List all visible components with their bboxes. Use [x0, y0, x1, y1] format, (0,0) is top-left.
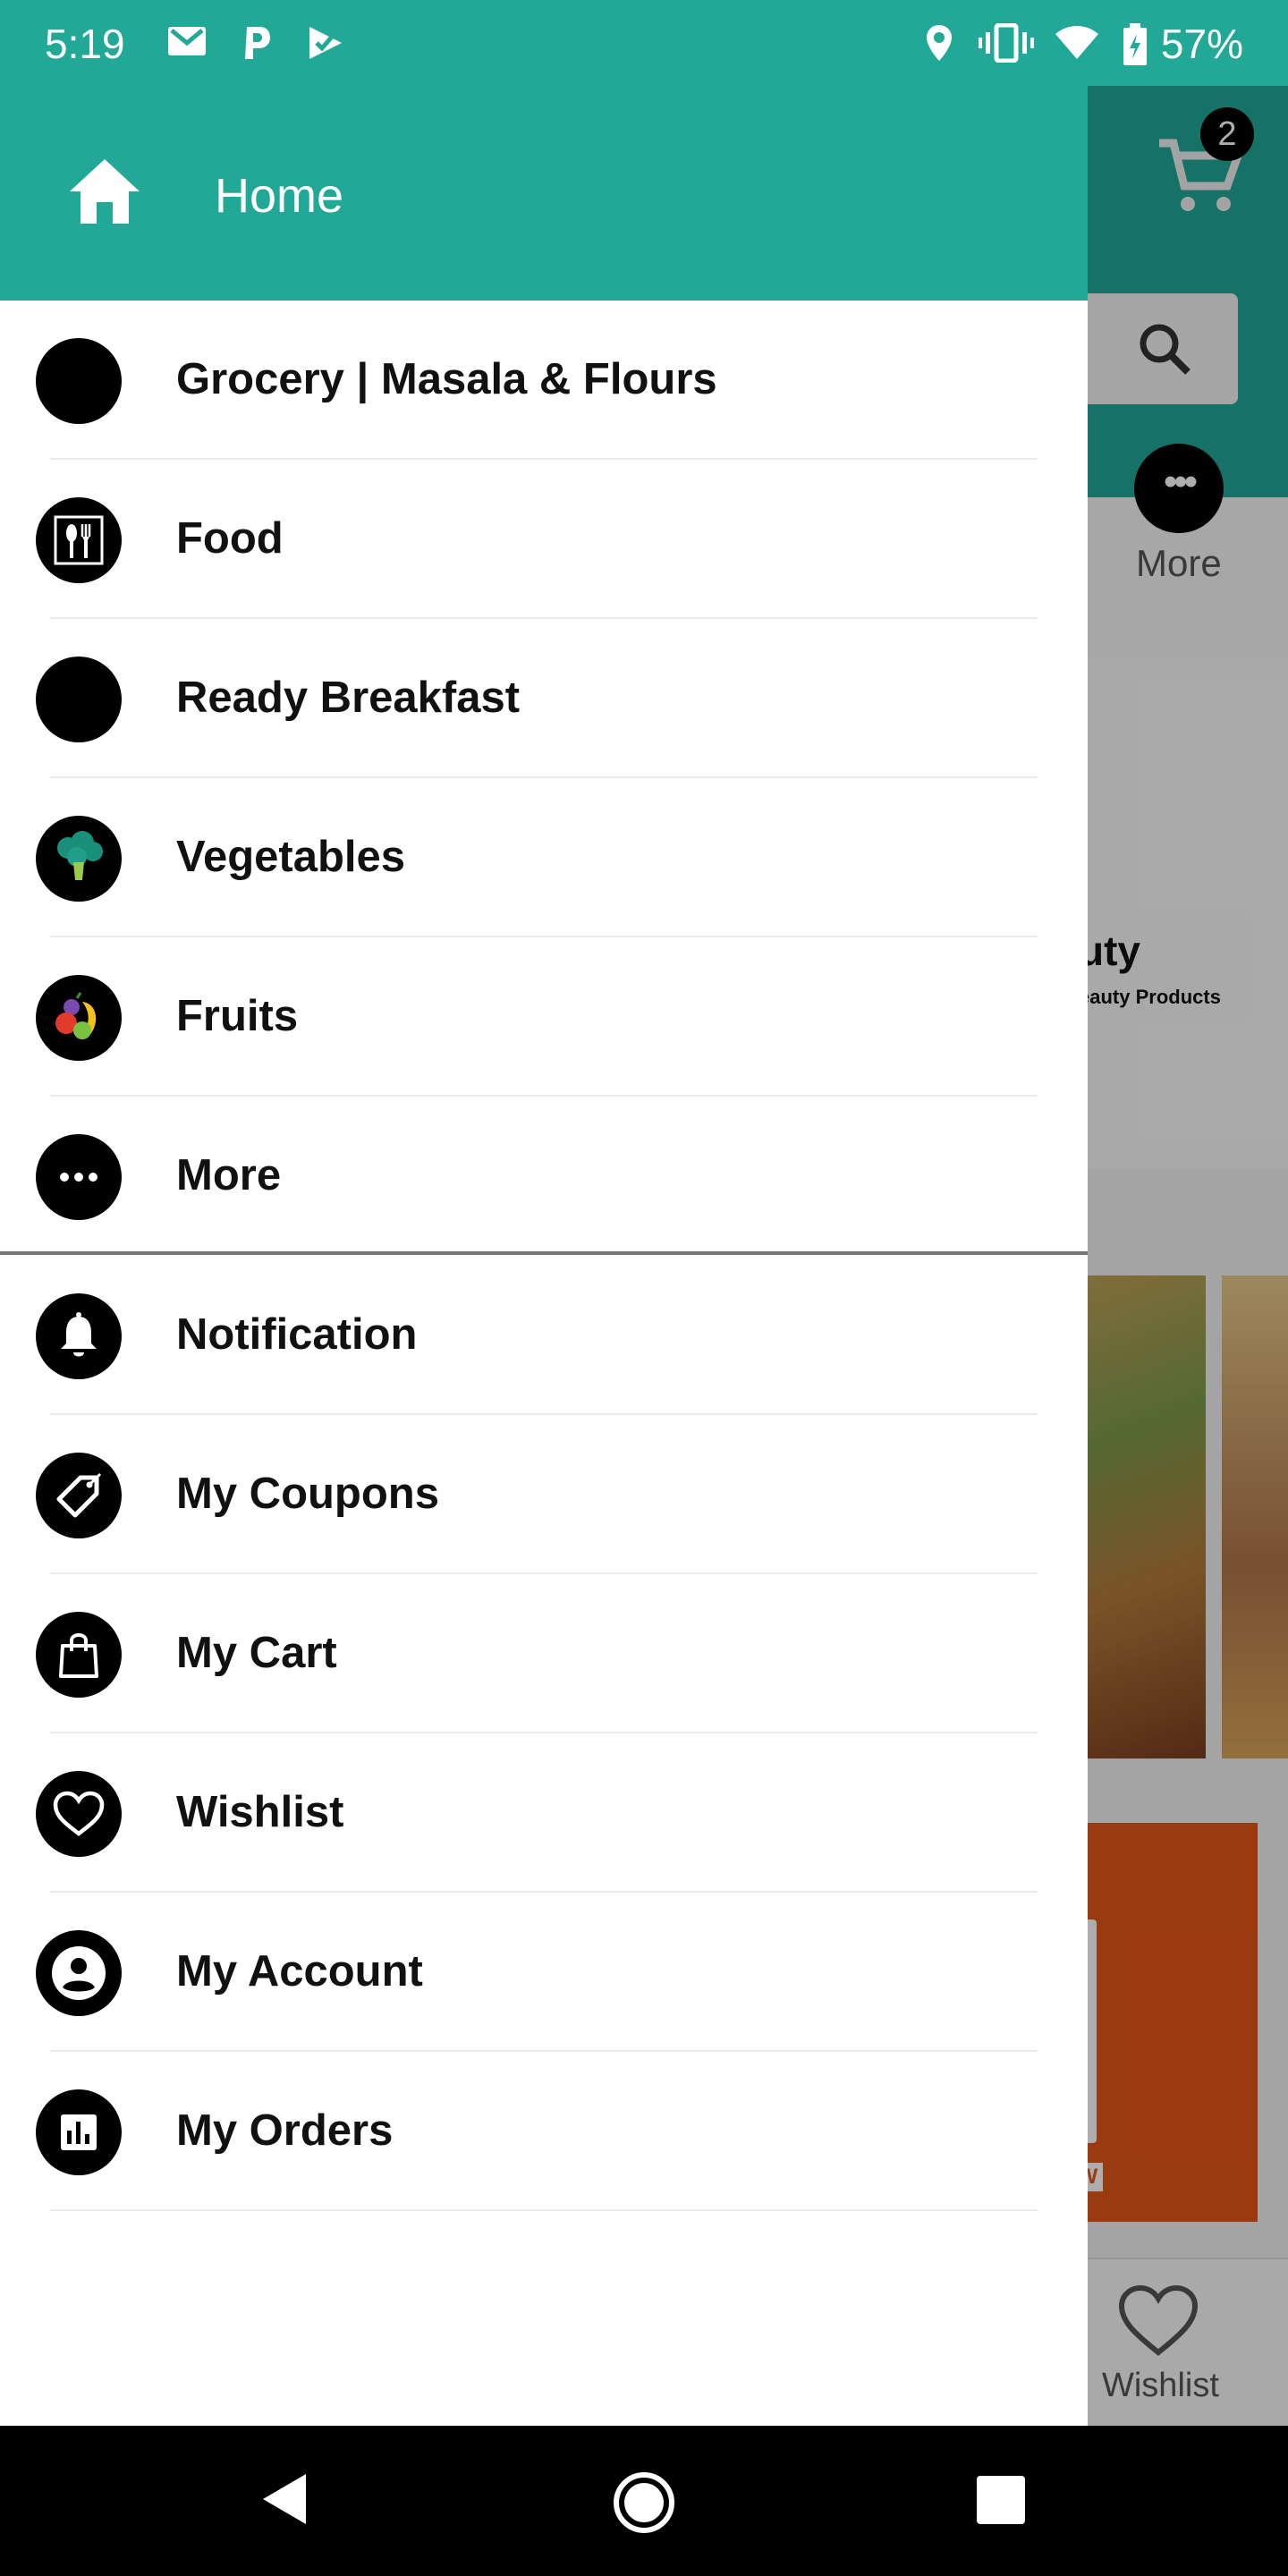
drawer-home-label: Home — [215, 169, 344, 223]
menu-item-label: My Cart — [176, 1629, 337, 1677]
system-nav-bar — [0, 2426, 1288, 2576]
menu-item-my-coupons[interactable]: My Coupons — [0, 1415, 1088, 1574]
menu-item-label: Wishlist — [176, 1788, 344, 1836]
section-divider — [0, 1251, 1088, 1255]
menu-item-my-orders[interactable]: My Orders — [0, 2052, 1088, 2211]
gmail-icon — [168, 27, 206, 55]
menu-item-grocery[interactable]: Grocery | Masala & Flours — [0, 301, 1088, 460]
vegetables-icon — [36, 816, 122, 902]
menu-item-fruits[interactable]: Fruits — [0, 937, 1088, 1097]
drawer-header[interactable]: Home — [0, 86, 1088, 301]
battery-percentage: 57% — [1160, 21, 1243, 67]
menu-item-label: My Account — [176, 1947, 423, 1996]
location-icon — [927, 25, 952, 61]
bag-icon — [36, 1612, 122, 1698]
menu-item-label: Vegetables — [176, 833, 406, 881]
menu-item-food[interactable]: Food — [0, 460, 1088, 619]
more-icon — [36, 1134, 122, 1220]
menu-item-my-cart[interactable]: My Cart — [0, 1574, 1088, 1733]
status-bar: 5:19 57% — [0, 0, 1288, 86]
menu-item-label: Grocery | Masala & Flours — [176, 355, 717, 403]
food-icon — [36, 497, 122, 583]
bell-icon — [36, 1293, 122, 1379]
menu-item-label: Notification — [176, 1310, 418, 1359]
heart-icon — [36, 1771, 122, 1857]
home-button-icon[interactable] — [614, 2472, 674, 2533]
menu-item-ready-breakfast[interactable]: Ready Breakfast — [0, 619, 1088, 778]
battery-icon — [1123, 23, 1147, 65]
breakfast-icon — [36, 657, 122, 742]
menu-item-my-account[interactable]: My Account — [0, 1893, 1088, 2052]
home-icon — [70, 159, 140, 224]
menu-item-more[interactable]: More — [0, 1097, 1088, 1256]
vibrate-icon — [979, 23, 1034, 63]
fruits-icon — [36, 975, 122, 1061]
play-icon — [309, 27, 342, 59]
account-icon — [36, 1930, 122, 2016]
coupon-icon — [36, 1453, 122, 1538]
menu-item-label: Ready Breakfast — [176, 674, 521, 722]
divider — [50, 2209, 1038, 2211]
orders-icon — [36, 2089, 122, 2175]
menu-item-label: My Orders — [176, 2106, 394, 2155]
menu-item-label: Food — [176, 514, 284, 563]
back-icon[interactable] — [259, 2470, 309, 2528]
menu-item-notification[interactable]: Notification — [0, 1256, 1088, 1415]
recents-icon[interactable] — [977, 2476, 1025, 2524]
menu-item-label: Fruits — [176, 992, 299, 1040]
menu-item-vegetables[interactable]: Vegetables — [0, 778, 1088, 937]
menu-item-label: More — [176, 1151, 282, 1199]
p-app-icon — [245, 27, 270, 59]
status-time: 5:19 — [45, 21, 125, 67]
wifi-icon — [1055, 26, 1098, 59]
grocery-icon — [36, 338, 122, 424]
menu-item-label: My Coupons — [176, 1470, 439, 1518]
menu-item-wishlist[interactable]: Wishlist — [0, 1733, 1088, 1893]
navigation-drawer: Home Grocery | Masala & Flours Food Read… — [0, 86, 1088, 2426]
